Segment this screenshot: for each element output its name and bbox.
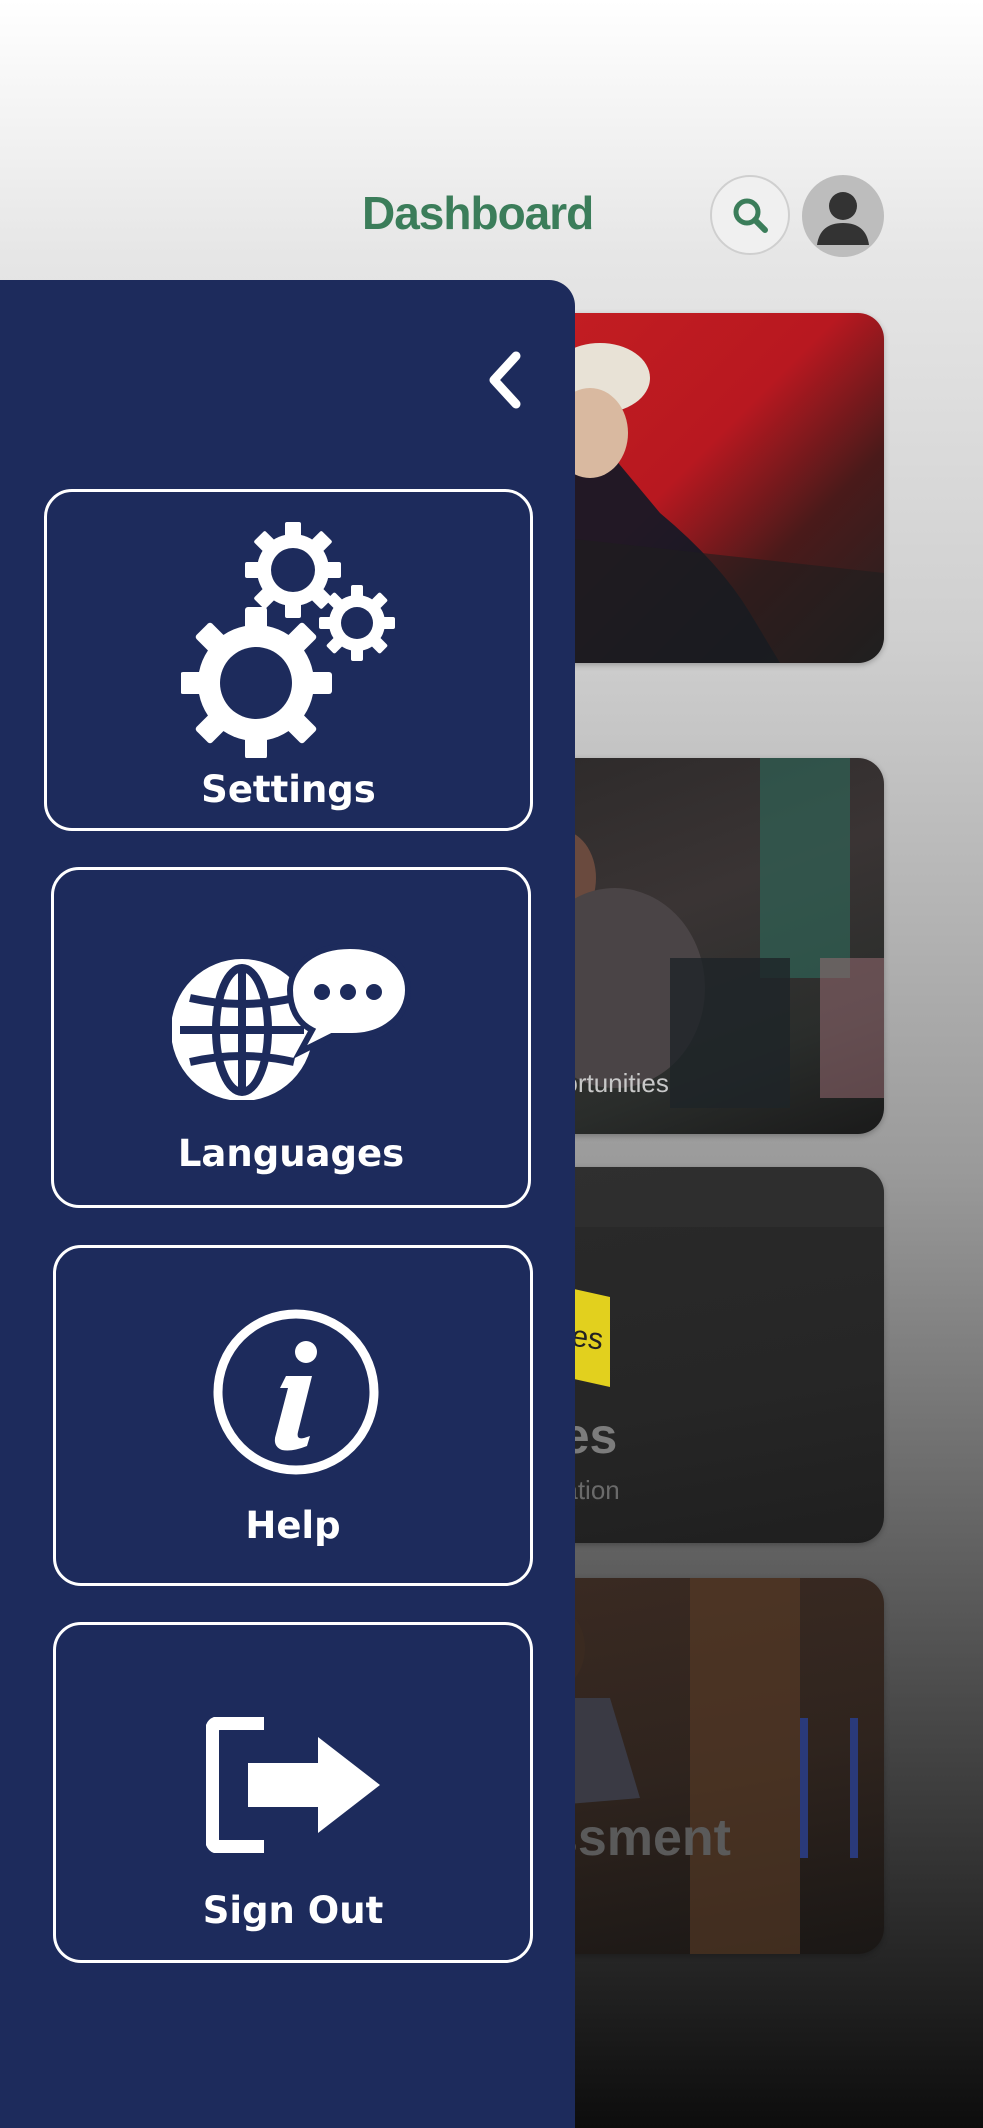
settings-button[interactable]: Settings — [44, 489, 533, 831]
sign-out-label: Sign Out — [202, 1889, 384, 1932]
user-icon — [817, 192, 869, 245]
sign-out-button[interactable]: Sign Out — [53, 1622, 533, 1963]
info-icon — [213, 1309, 379, 1475]
globe-chat-icon — [172, 942, 412, 1100]
page-title: Dashboard — [362, 187, 594, 239]
settings-label: Settings — [201, 768, 376, 811]
sign-out-icon — [206, 1717, 380, 1853]
avatar[interactable] — [802, 175, 884, 257]
search-button[interactable] — [710, 175, 790, 255]
help-label: Help — [245, 1504, 341, 1547]
gears-icon — [181, 522, 395, 758]
chevron-left-icon[interactable] — [482, 348, 532, 412]
help-button[interactable]: Help — [53, 1245, 533, 1586]
languages-label: Languages — [177, 1132, 405, 1175]
languages-button[interactable]: Languages — [51, 867, 531, 1208]
search-icon — [733, 198, 768, 233]
